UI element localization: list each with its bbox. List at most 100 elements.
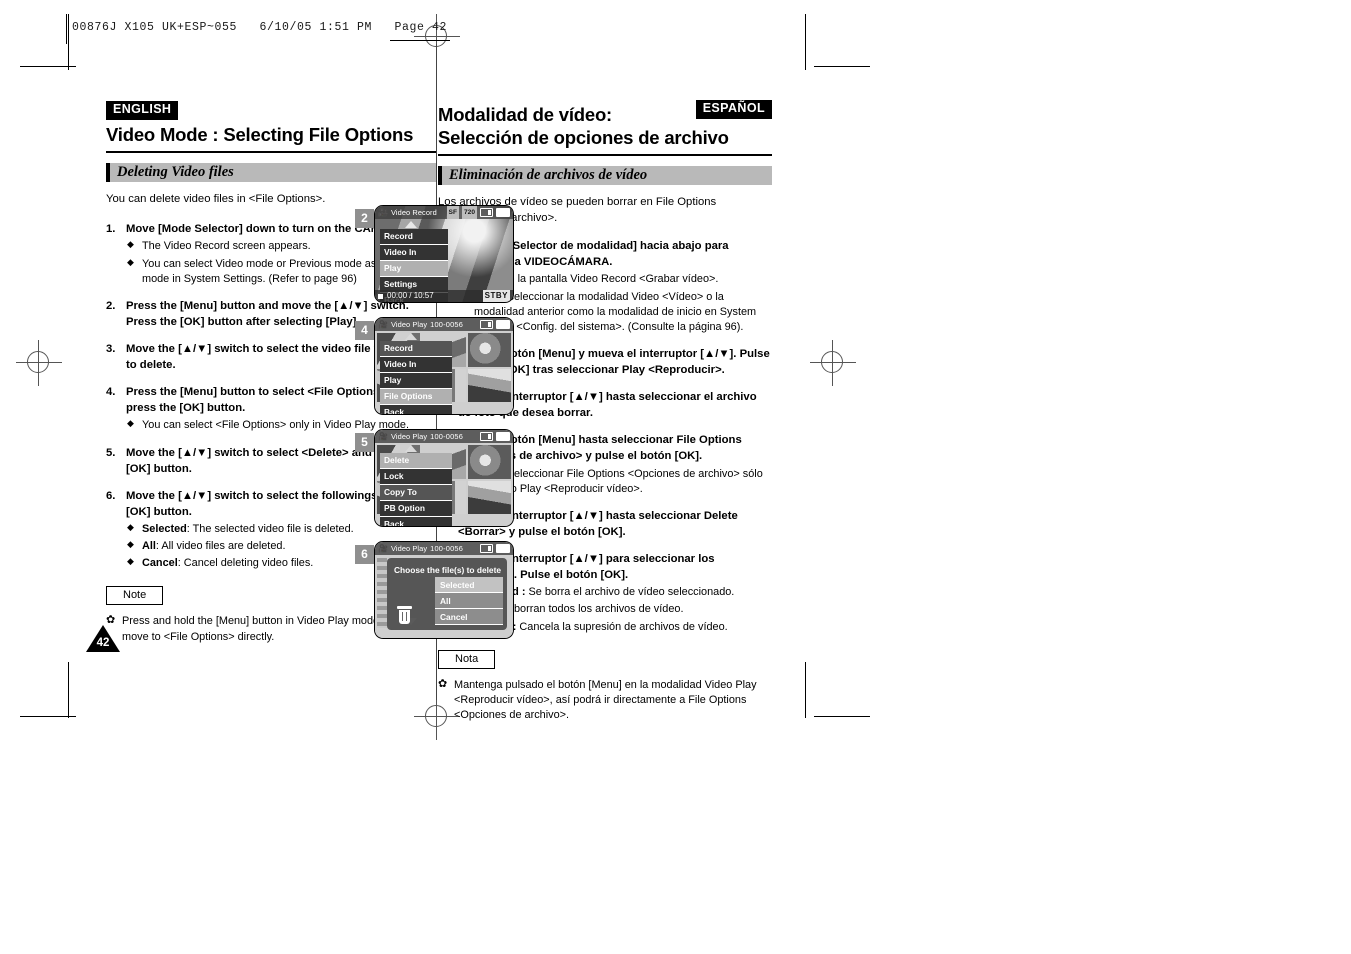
menu-item-record[interactable]: Record	[380, 341, 452, 357]
camcorder-icon: 🎥	[378, 319, 388, 329]
note-section-spanish: Nota ✿ Mantenga pulsado el botón [Menu] …	[438, 649, 772, 724]
section-accent-bar	[106, 163, 110, 183]
thumbnail-item[interactable]	[467, 445, 511, 479]
dialog-option-selected[interactable]: Selected	[435, 577, 503, 593]
bullet-text: Puede seleccionar la modalidad Video <Ví…	[474, 290, 757, 334]
section-title-spanish: Eliminación de archivos de vídeo	[449, 167, 648, 184]
page-title-spanish-line2: Selección de opciones de archivo	[438, 126, 729, 148]
diamond-bullet-icon: ◆	[127, 418, 134, 429]
camcorder-icon: 🎥	[378, 207, 388, 217]
thumbnail-item[interactable]	[467, 368, 511, 402]
memory-card-icon	[480, 208, 493, 217]
menu-item-lock[interactable]: Lock	[380, 468, 452, 485]
menu-item-play[interactable]: Play	[380, 260, 448, 277]
trash-lid	[397, 606, 412, 609]
note-label-english: Note	[106, 586, 164, 606]
step-badge: 5	[355, 433, 374, 452]
menu-item-file-options[interactable]: File Options	[380, 388, 452, 405]
camcorder-icon: 🎥	[378, 431, 388, 441]
lcd-status-bar-top: 🎥 Video Play 100-0056	[375, 318, 513, 331]
diamond-bullet-icon: ◆	[127, 239, 134, 250]
lcd-quality-badge: SF	[446, 206, 459, 219]
lcd-screen: 🎥 Video Play 100-0056 Delete Lock Copy T…	[374, 429, 514, 527]
lcd-screen: 🎥 Video Play 100-0056 Choose the file(s)…	[374, 541, 514, 639]
lcd-menu-list[interactable]: Record Video In Play File Options Back	[380, 341, 452, 414]
battery-icon	[496, 544, 510, 553]
lcd-mode-label: Video Play	[390, 320, 428, 329]
page-number: 42	[96, 637, 110, 649]
lcd-timecode: 00:00 / 10:57	[387, 291, 434, 300]
dialog-message: Choose the file(s) to delete	[394, 565, 502, 575]
language-tag-english: ENGLISH	[106, 101, 179, 120]
lcd-screen: 🎥 Video Record SF 720 Record Video In Pl…	[374, 205, 514, 303]
menu-item-video-in[interactable]: Video In	[380, 244, 448, 261]
battery-icon	[496, 432, 510, 441]
menu-item-record[interactable]: Record	[380, 229, 448, 245]
diamond-bullet-icon: ◆	[127, 556, 134, 567]
bullet-text: Cancel: Cancel deleting video files.	[142, 557, 314, 570]
menu-item-delete[interactable]: Delete	[380, 453, 452, 469]
trash-can	[399, 610, 410, 624]
diamond-bullet-icon: ◆	[127, 256, 134, 267]
menu-item-play[interactable]: Play	[380, 372, 452, 389]
section-accent-bar	[438, 166, 442, 186]
record-indicator-icon	[378, 293, 383, 299]
lcd-status-bar-top: 🎥 Video Play 100-0056	[375, 542, 513, 555]
title-rule-spanish	[438, 154, 772, 157]
bullet-text: Selected: The selected video file is del…	[142, 522, 354, 535]
lcd-status-bar-bottom: 00:00 / 10:57 STBY	[375, 290, 513, 302]
menu-item-copy-to[interactable]: Copy To	[380, 484, 452, 501]
step-badge: 4	[355, 321, 374, 340]
page-title-english: Video Mode : Selecting File Options	[106, 123, 414, 145]
lcd-file-number: 100-0056	[430, 432, 464, 441]
lcd-status-bar-top: 🎥 Video Play 100-0056	[375, 430, 513, 443]
lcd-panel-step-4: 4 🎥 Video Play 100-0056 Record Video In …	[355, 317, 515, 421]
scroll-up-arrow-icon[interactable]	[405, 221, 417, 228]
cross-bullet-icon: ✿	[438, 677, 448, 690]
bullet-text: Puede seleccionar File Options <Opciones…	[474, 467, 763, 495]
diamond-bullet-icon: ◆	[127, 521, 134, 532]
note-box-holder: Note	[106, 585, 169, 611]
bullet-text: The Video Record screen appears.	[142, 240, 311, 253]
bullet-text: All: All video files are deleted.	[142, 539, 286, 552]
step-badge: 2	[355, 209, 374, 228]
step-number: 2.	[106, 300, 116, 313]
dialog-option-cancel[interactable]: Cancel	[435, 609, 503, 625]
lcd-mode-label: Video Record	[390, 208, 437, 217]
memory-card-icon	[480, 544, 493, 553]
dialog-options[interactable]: Selected All Cancel	[435, 577, 503, 625]
thumbnail-item[interactable]	[467, 480, 511, 514]
lcd-menu-list[interactable]: Delete Lock Copy To PB Option Back	[380, 453, 452, 526]
step-number: 3.	[106, 343, 116, 356]
trash-icon	[397, 606, 412, 624]
lcd-status-badge: STBY	[482, 290, 510, 302]
menu-item-back[interactable]: Back	[380, 516, 452, 526]
lcd-panel-step-6: 6 🎥 Video Play 100-0056 Choose the file(…	[355, 541, 515, 645]
battery-icon	[496, 320, 510, 329]
lcd-resolution-badge: 720	[461, 206, 477, 219]
menu-item-video-in[interactable]: Video In	[380, 356, 452, 373]
note-item: ✿ Mantenga pulsado el botón [Menu] en la…	[438, 678, 772, 724]
lcd-screen: 🎥 Video Play 100-0056 Record Video In Pl…	[374, 317, 514, 415]
memory-card-icon	[480, 320, 493, 329]
language-tag-spanish: ESPAÑOL	[695, 100, 772, 119]
menu-item-pb-option[interactable]: PB Option	[380, 500, 452, 517]
thumbnail-item[interactable]	[467, 333, 511, 367]
lcd-file-number: 100-0056	[430, 544, 464, 553]
lcd-mode-label: Video Play	[390, 544, 428, 553]
diamond-bullet-icon: ◆	[127, 538, 134, 549]
step-number: 4.	[106, 386, 116, 399]
step-text: Move [Mode Selector] down to turn on the…	[126, 223, 384, 236]
scroll-up-arrow-icon[interactable]	[405, 333, 417, 340]
background-menu-strip	[377, 558, 387, 628]
menu-item-back[interactable]: Back	[380, 404, 452, 414]
lcd-mode-label: Video Play	[390, 432, 428, 441]
step-number: 1.	[106, 223, 116, 236]
lcd-panel-step-2: 2 🎥 Video Record SF 720 Record Video In …	[355, 205, 515, 309]
page-title-spanish-line1: Modalidad de vídeo:	[438, 104, 613, 125]
scroll-up-arrow-icon[interactable]	[405, 445, 417, 452]
dialog-option-all[interactable]: All	[435, 593, 503, 609]
lcd-screenshot-column: 2 🎥 Video Record SF 720 Record Video In …	[355, 205, 515, 653]
title-rule-english	[106, 151, 436, 154]
memory-card-icon	[480, 432, 493, 441]
